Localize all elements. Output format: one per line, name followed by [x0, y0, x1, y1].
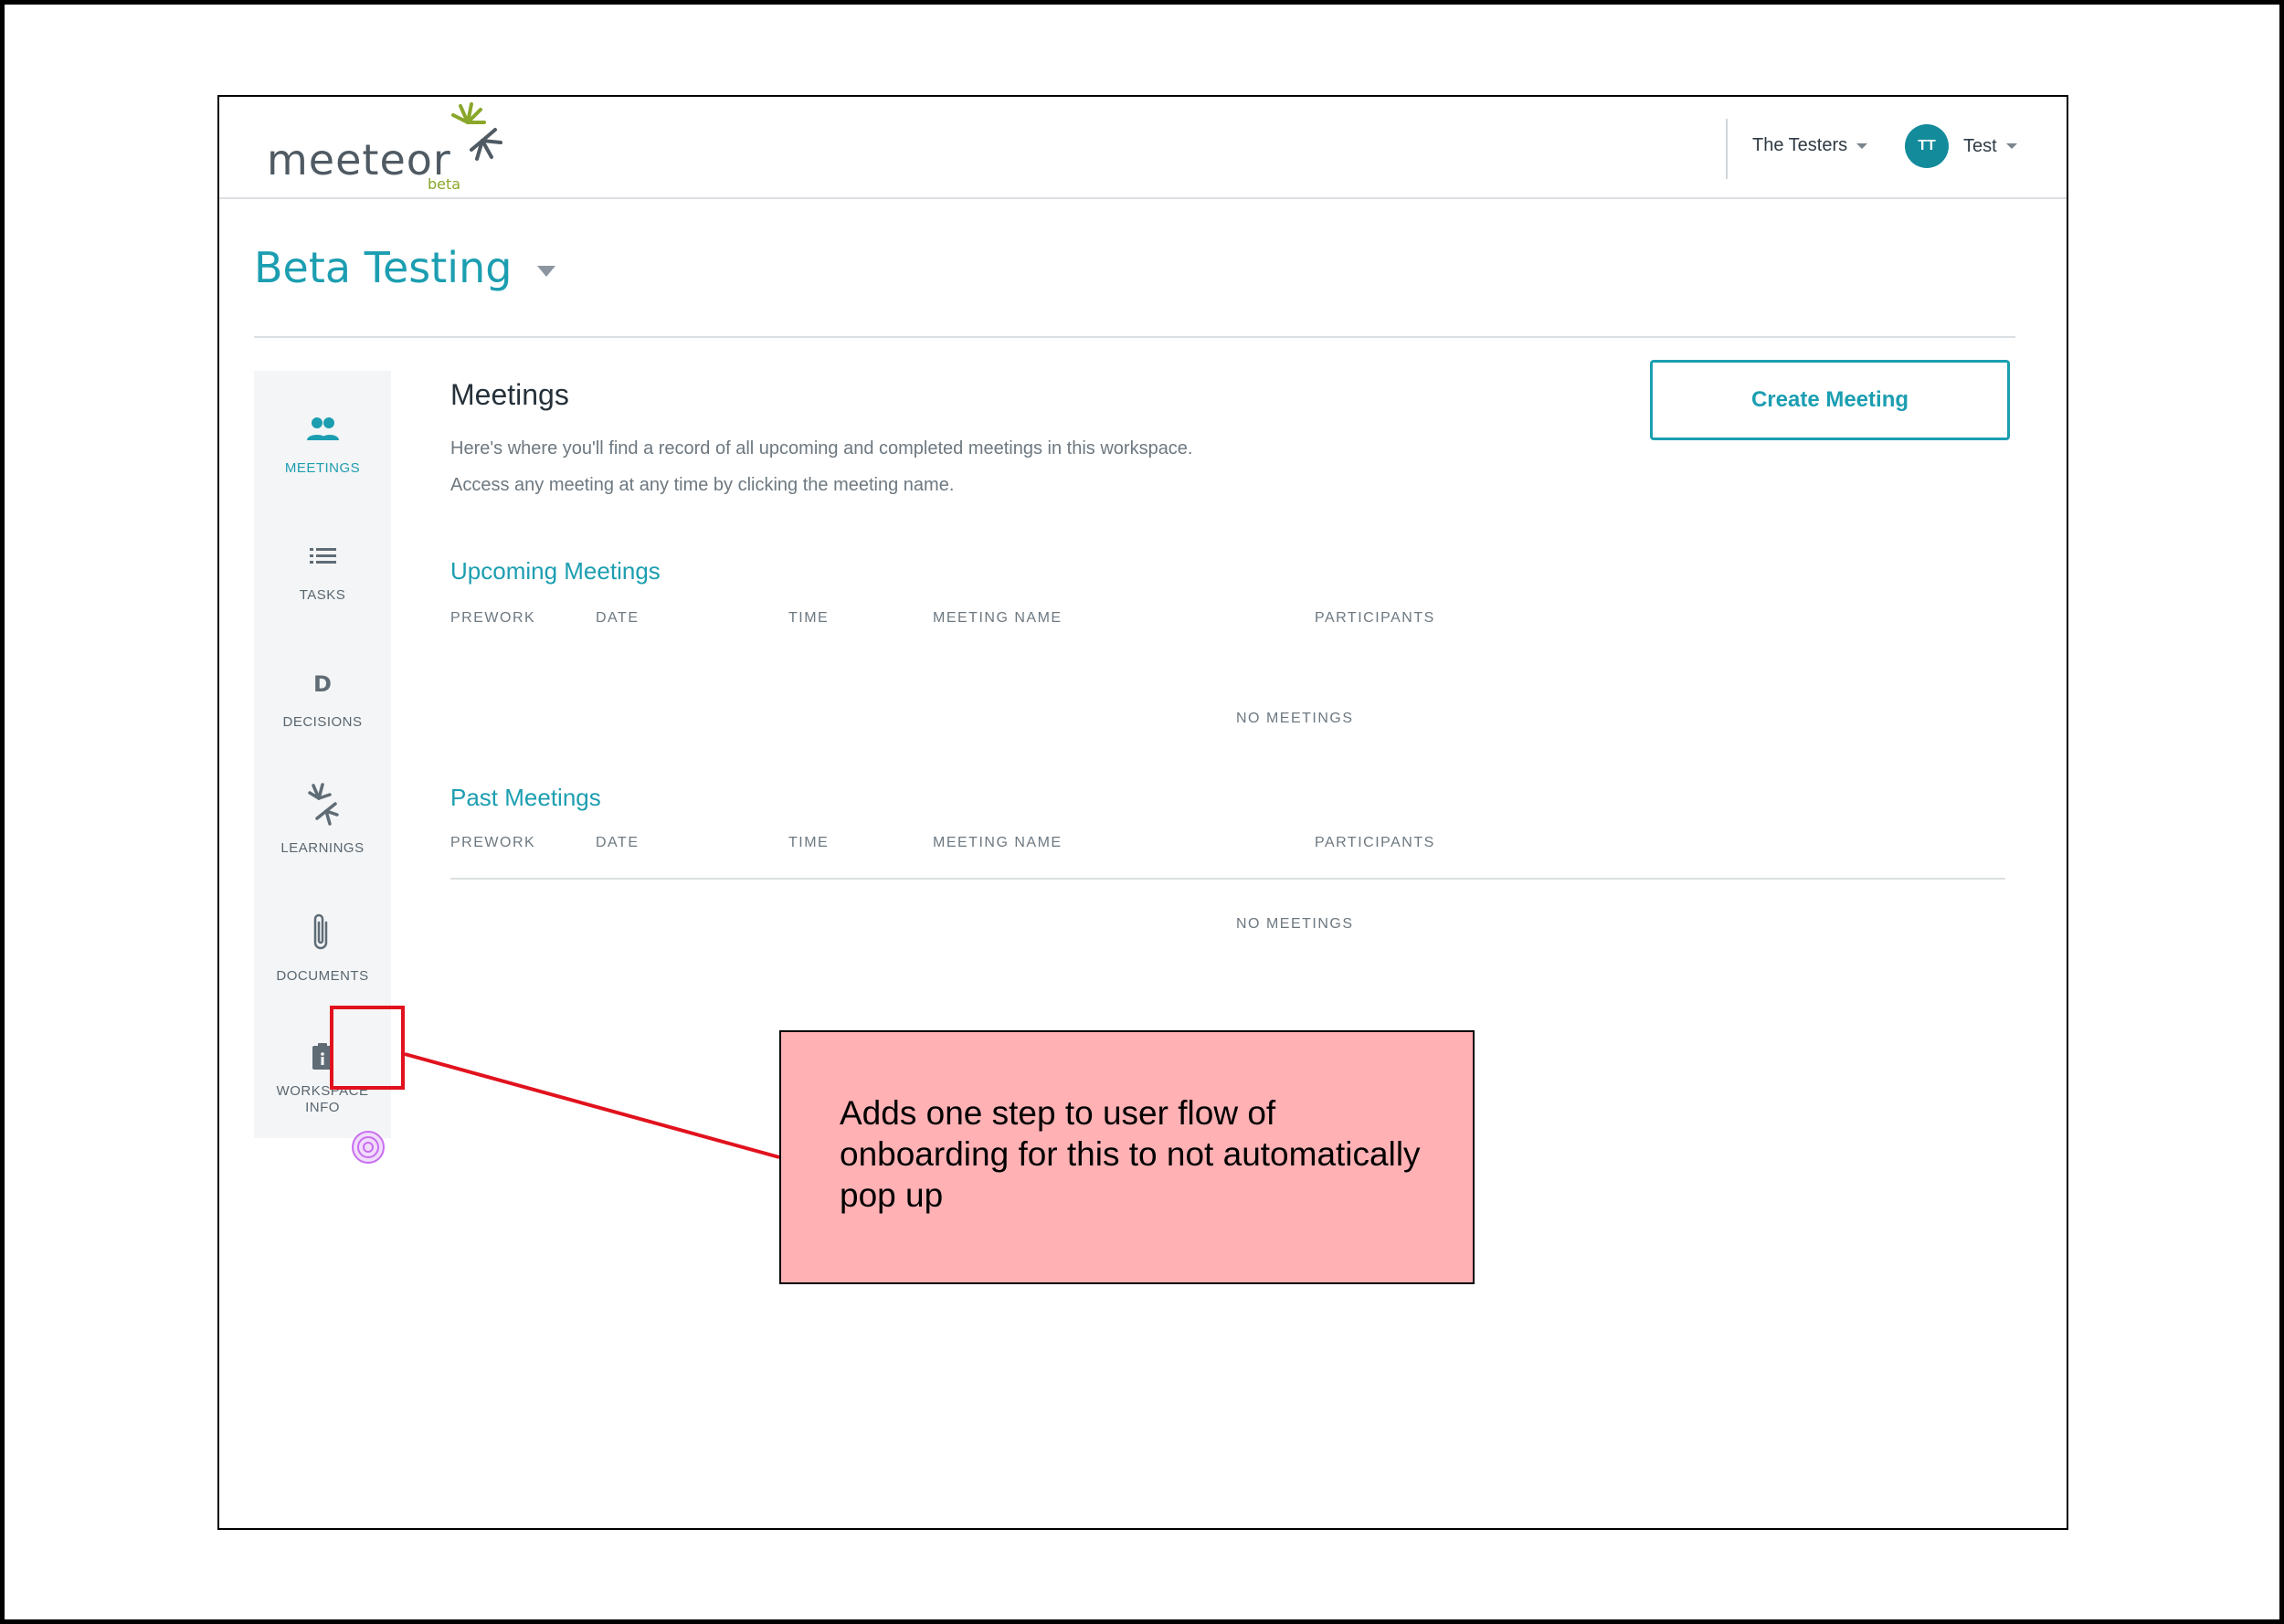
annotation-text: Adds one step to user flow of onboarding…: [840, 1094, 1421, 1214]
annotation-connector: [404, 1052, 780, 1159]
annotation-callout: Adds one step to user flow of onboarding…: [779, 1030, 1475, 1284]
annotation-highlight-box: [330, 1006, 405, 1090]
